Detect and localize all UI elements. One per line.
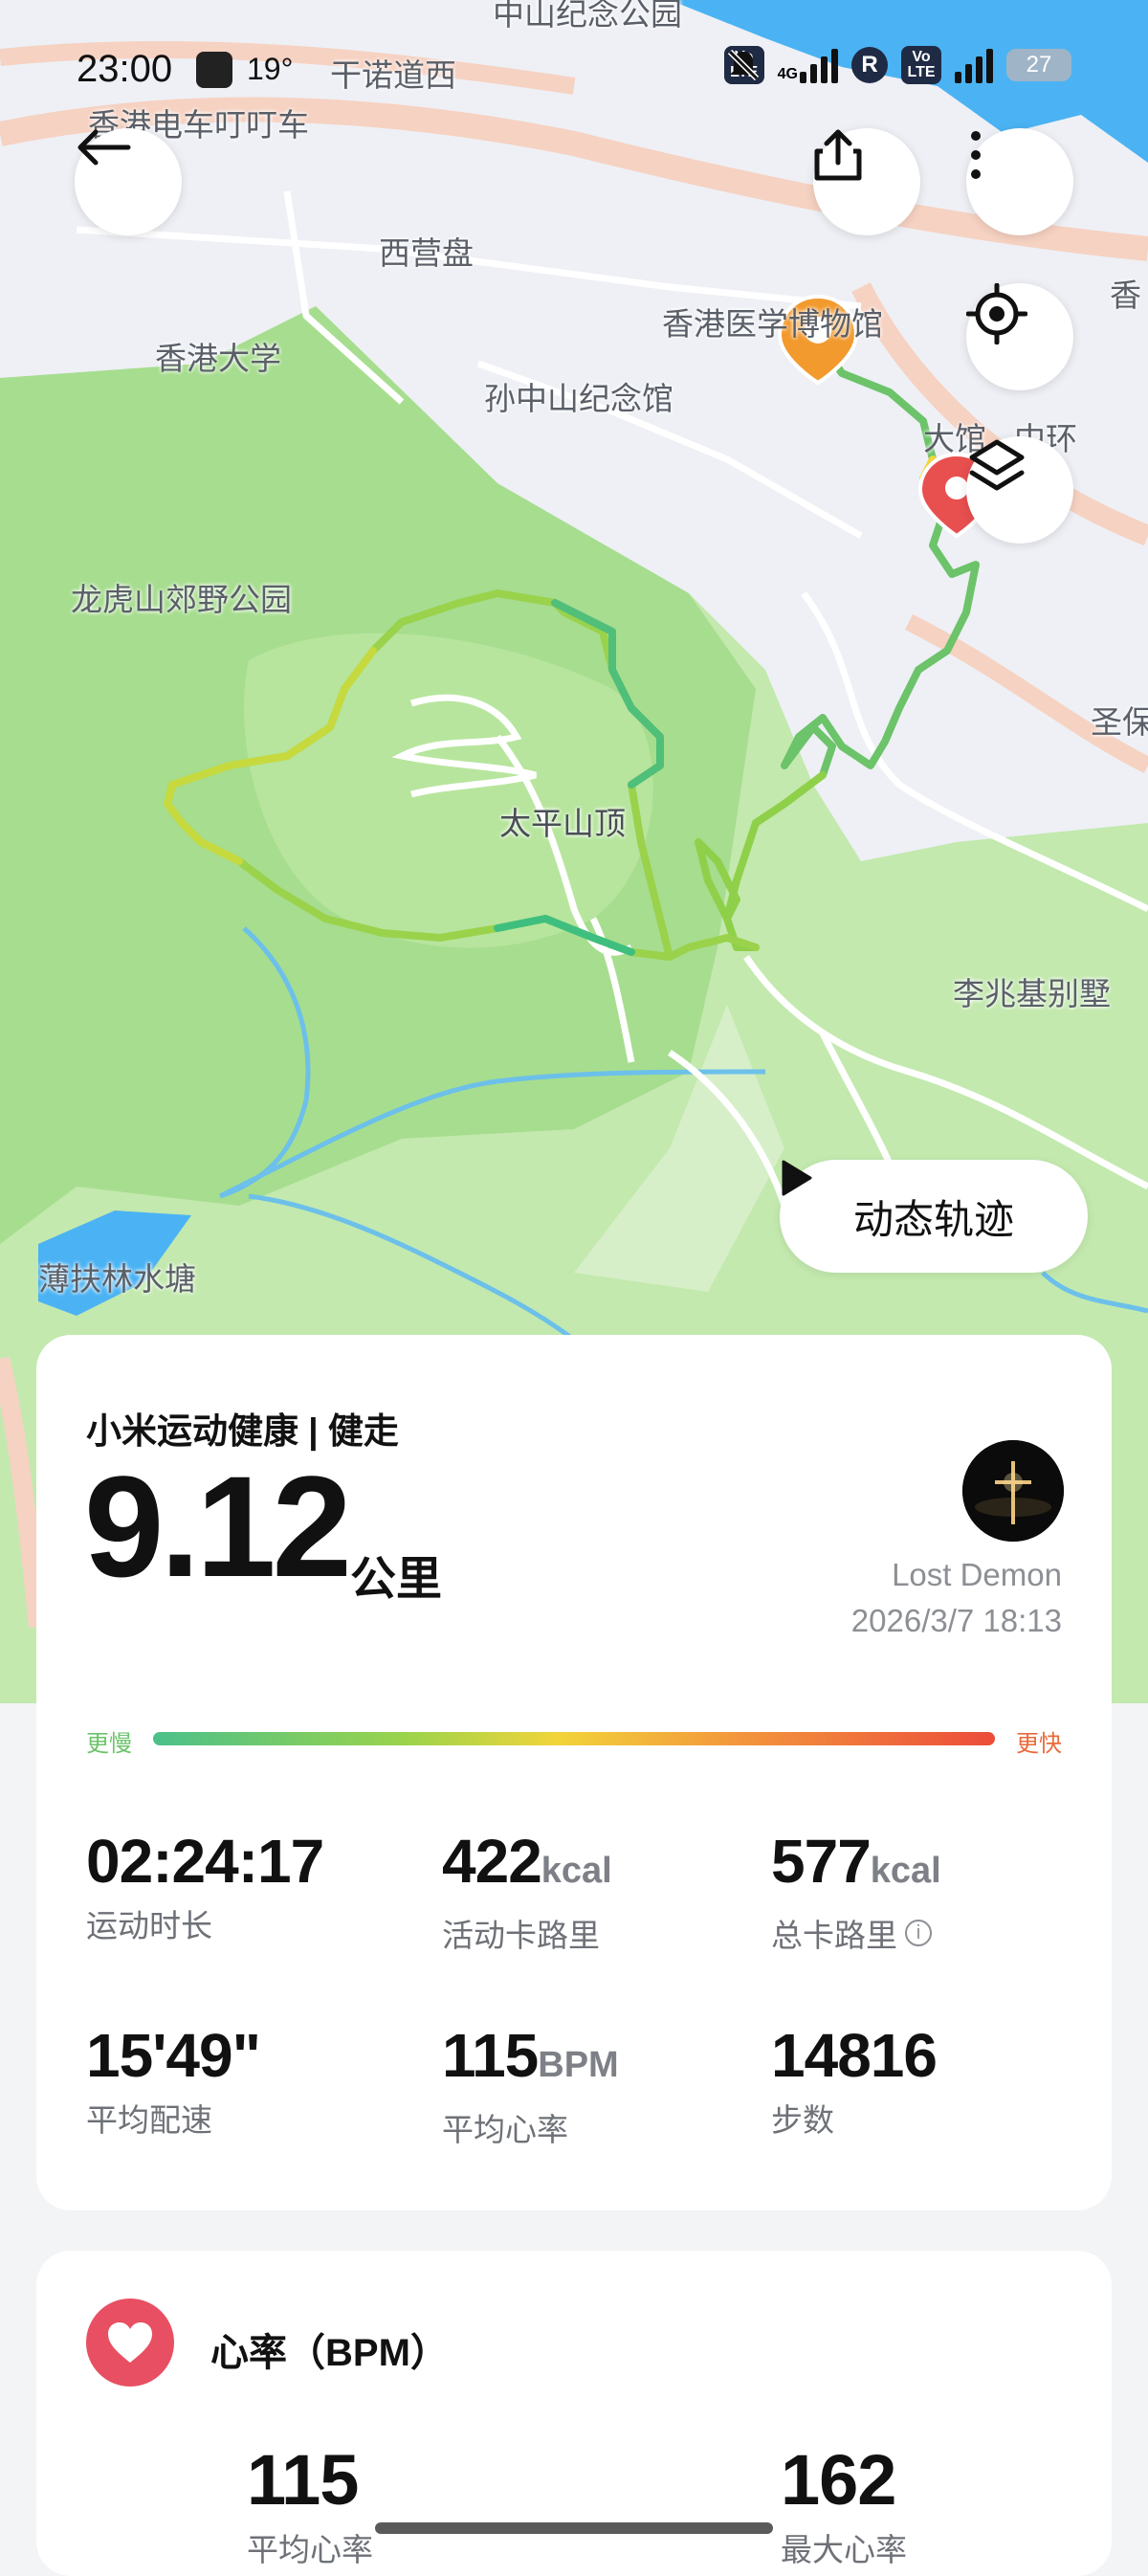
map-label-edge: 香 <box>1110 278 1141 313</box>
stat-steps: 14816 步数 <box>771 2021 938 2141</box>
pace-legend: 更慢 更快 <box>86 1722 1062 1757</box>
stat-avg-heart-rate: 115BPM 平均心率 <box>442 2022 619 2150</box>
locate-icon <box>966 283 1027 344</box>
info-icon[interactable]: i <box>905 1920 932 1946</box>
dynamic-track-button[interactable]: 动态轨迹 <box>780 1160 1088 1273</box>
stat-active-calories-label: 活动卡路里 <box>442 1918 600 1953</box>
signal-icon-2 <box>955 47 993 83</box>
map-label-museum: 香港医学博物馆 <box>662 306 883 342</box>
roaming-icon: R <box>851 47 888 83</box>
stat-total-calories-label: 总卡路里 <box>771 1918 897 1953</box>
user-name: Lost Demon <box>892 1557 1062 1592</box>
workout-summary-card: 小米运动健康 | 健走 9.12 公里 Lost Demon 2026/3/7 … <box>36 1335 1112 2210</box>
distance-value: 9.12 <box>84 1446 352 1607</box>
pace-gradient-bar <box>153 1732 995 1745</box>
back-button[interactable] <box>75 128 182 235</box>
stat-duration-label: 运动时长 <box>86 1908 212 1943</box>
hr-max-label: 最大心率 <box>781 2532 907 2567</box>
network-type: 4G <box>777 66 798 82</box>
stat-active-calories-value: 422 <box>442 1827 542 1896</box>
share-button[interactable] <box>813 128 920 235</box>
stat-avg-pace-value: 15'49" <box>86 2021 261 2090</box>
map-label-sai-ying-pun: 西营盘 <box>379 235 474 271</box>
hr-avg: 115 平均心率 <box>247 2442 373 2570</box>
pace-fast-label: 更快 <box>1016 1731 1062 1757</box>
layers-icon <box>969 439 1025 491</box>
pace-slow-label: 更慢 <box>86 1731 132 1757</box>
heart-badge <box>86 2298 174 2387</box>
map-label-st-paul: 圣保 <box>1091 704 1148 740</box>
distance-unit: 公里 <box>350 1554 443 1605</box>
more-button[interactable] <box>966 128 1073 235</box>
map-label-top: 中山纪念公园 <box>493 0 682 32</box>
stat-steps-label: 步数 <box>771 2102 834 2138</box>
stat-active-calories: 422kcal 活动卡路里 <box>442 1828 612 1956</box>
map-label-villa: 李兆基别墅 <box>953 976 1111 1011</box>
volte-icon-2: Vo LTE <box>901 46 941 84</box>
stat-duration: 02:24:17 运动时长 <box>86 1827 324 1946</box>
stat-avg-heart-rate-label: 平均心率 <box>442 2112 568 2147</box>
hr-max-value: 162 <box>781 2440 896 2520</box>
stat-avg-pace-label: 平均配速 <box>86 2102 212 2138</box>
play-icon <box>782 1160 812 1196</box>
stat-total-calories-value: 577 <box>771 1827 872 1896</box>
app-notification-icon <box>196 52 232 88</box>
share-icon <box>814 129 862 181</box>
stat-avg-heart-rate-value: 115 <box>442 2021 539 2090</box>
home-indicator[interactable] <box>375 2522 773 2534</box>
battery-icon: 27 <box>1006 49 1071 81</box>
map-label-hku: 香港大学 <box>155 341 281 376</box>
stat-avg-pace: 15'49" 平均配速 <box>86 2021 261 2141</box>
stat-duration-value: 02:24:17 <box>86 1827 324 1896</box>
stat-avg-heart-rate-unit: BPM <box>538 2045 619 2085</box>
weather-temperature: 19° <box>247 52 294 86</box>
status-time: 23:00 <box>77 48 173 90</box>
arrow-left-icon <box>77 129 131 166</box>
map-label-the-peak: 太平山顶 <box>499 806 626 841</box>
avatar[interactable] <box>962 1440 1064 1542</box>
map-label-sun-yat-sen: 孙中山纪念馆 <box>484 381 673 416</box>
mute-icon <box>727 49 759 81</box>
workout-datetime: 2026/3/7 18:13 <box>850 1603 1062 1638</box>
hr-avg-label: 平均心率 <box>247 2532 373 2567</box>
locate-button[interactable] <box>966 283 1073 390</box>
more-vertical-icon <box>971 131 981 179</box>
heart-rate-title: 心率（BPM） <box>210 2332 449 2374</box>
hr-max: 162 最大心率 <box>781 2442 907 2570</box>
stat-steps-value: 14816 <box>771 2021 938 2090</box>
stat-active-calories-unit: kcal <box>541 1851 612 1891</box>
stat-total-calories: 577kcal 总卡路里 i <box>771 1828 941 1956</box>
avatar-image <box>962 1440 1064 1542</box>
signal-icon <box>800 47 838 83</box>
map-layers-button[interactable] <box>966 436 1073 544</box>
map-label-lung-fu-shan: 龙虎山郊野公园 <box>71 582 292 617</box>
stat-total-calories-unit: kcal <box>870 1851 941 1891</box>
hr-avg-value: 115 <box>247 2440 359 2520</box>
status-bar: 23:00 19° Vo LTE 4G R Vo LTE 27 <box>0 38 1148 100</box>
heart-icon <box>108 2322 152 2363</box>
map-label-reservoir: 薄扶林水塘 <box>38 1261 196 1297</box>
dynamic-track-label: 动态轨迹 <box>852 1196 1014 1242</box>
